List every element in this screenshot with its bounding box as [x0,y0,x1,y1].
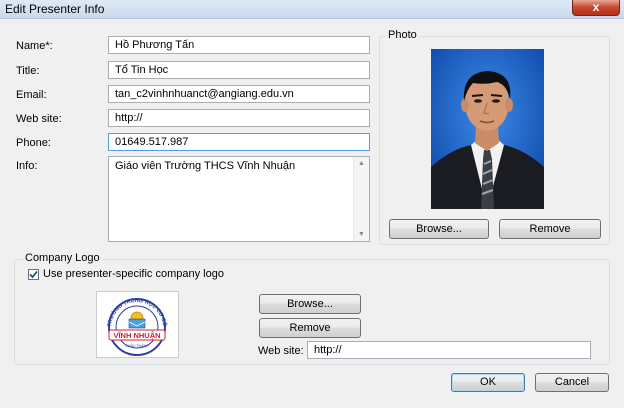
close-icon: x [592,0,600,14]
svg-text:CHÂU THÀNH: CHÂU THÀNH [125,344,149,348]
logo-browse-button[interactable]: Browse... [259,294,361,314]
ok-button[interactable]: OK [451,373,525,392]
scroll-down-icon[interactable]: ▼ [354,231,369,238]
company-logo-checkbox-label[interactable]: Use presenter-specific company logo [43,268,224,280]
phone-field[interactable]: 01649.517.987 [108,133,370,151]
presenter-photo [431,49,544,209]
title-label: Title: [16,65,40,77]
title-field[interactable]: Tổ Tin Học [108,61,370,79]
logo-remove-button[interactable]: Remove [259,318,361,338]
logo-website-label: Web site: [258,345,304,357]
cancel-button[interactable]: Cancel [535,373,609,392]
email-label: Email: [16,89,47,101]
photo-group-label: Photo [386,29,419,41]
info-label: Info: [16,160,38,172]
info-scrollbar[interactable]: ▲ ▼ [353,157,369,241]
scroll-up-icon[interactable]: ▲ [354,160,369,167]
photo-remove-button[interactable]: Remove [499,219,601,239]
company-logo-group-label: Company Logo [23,252,102,264]
photo-browse-button[interactable]: Browse... [389,219,489,239]
title-bar: Edit Presenter Info x [0,0,624,19]
logo-website-field[interactable]: http:// [307,341,591,359]
company-logo-image: TRƯỜNG TRUNG HỌC CƠ SỞ VĨNH NHUẬN CHÂU T… [96,291,179,358]
close-button[interactable]: x [572,0,620,16]
window-title: Edit Presenter Info [5,2,105,16]
info-textarea[interactable]: Giáo viên Trường THCS Vĩnh Nhuận ▲ ▼ [108,156,370,242]
name-field[interactable]: Hồ Phương Tấn [108,36,370,54]
info-text: Giáo viên Trường THCS Vĩnh Nhuận [115,160,296,172]
email-field[interactable]: tan_c2vinhnhuanct@angiang.edu.vn [108,85,370,103]
website-field[interactable]: http:// [108,109,370,127]
website-label: Web site: [16,113,62,125]
svg-text:VĨNH NHUẬN: VĨNH NHUẬN [113,331,160,340]
name-label: Name*: [16,40,53,52]
checkmark-icon [29,270,38,279]
phone-label: Phone: [16,137,51,149]
company-logo-checkbox[interactable] [28,269,39,280]
